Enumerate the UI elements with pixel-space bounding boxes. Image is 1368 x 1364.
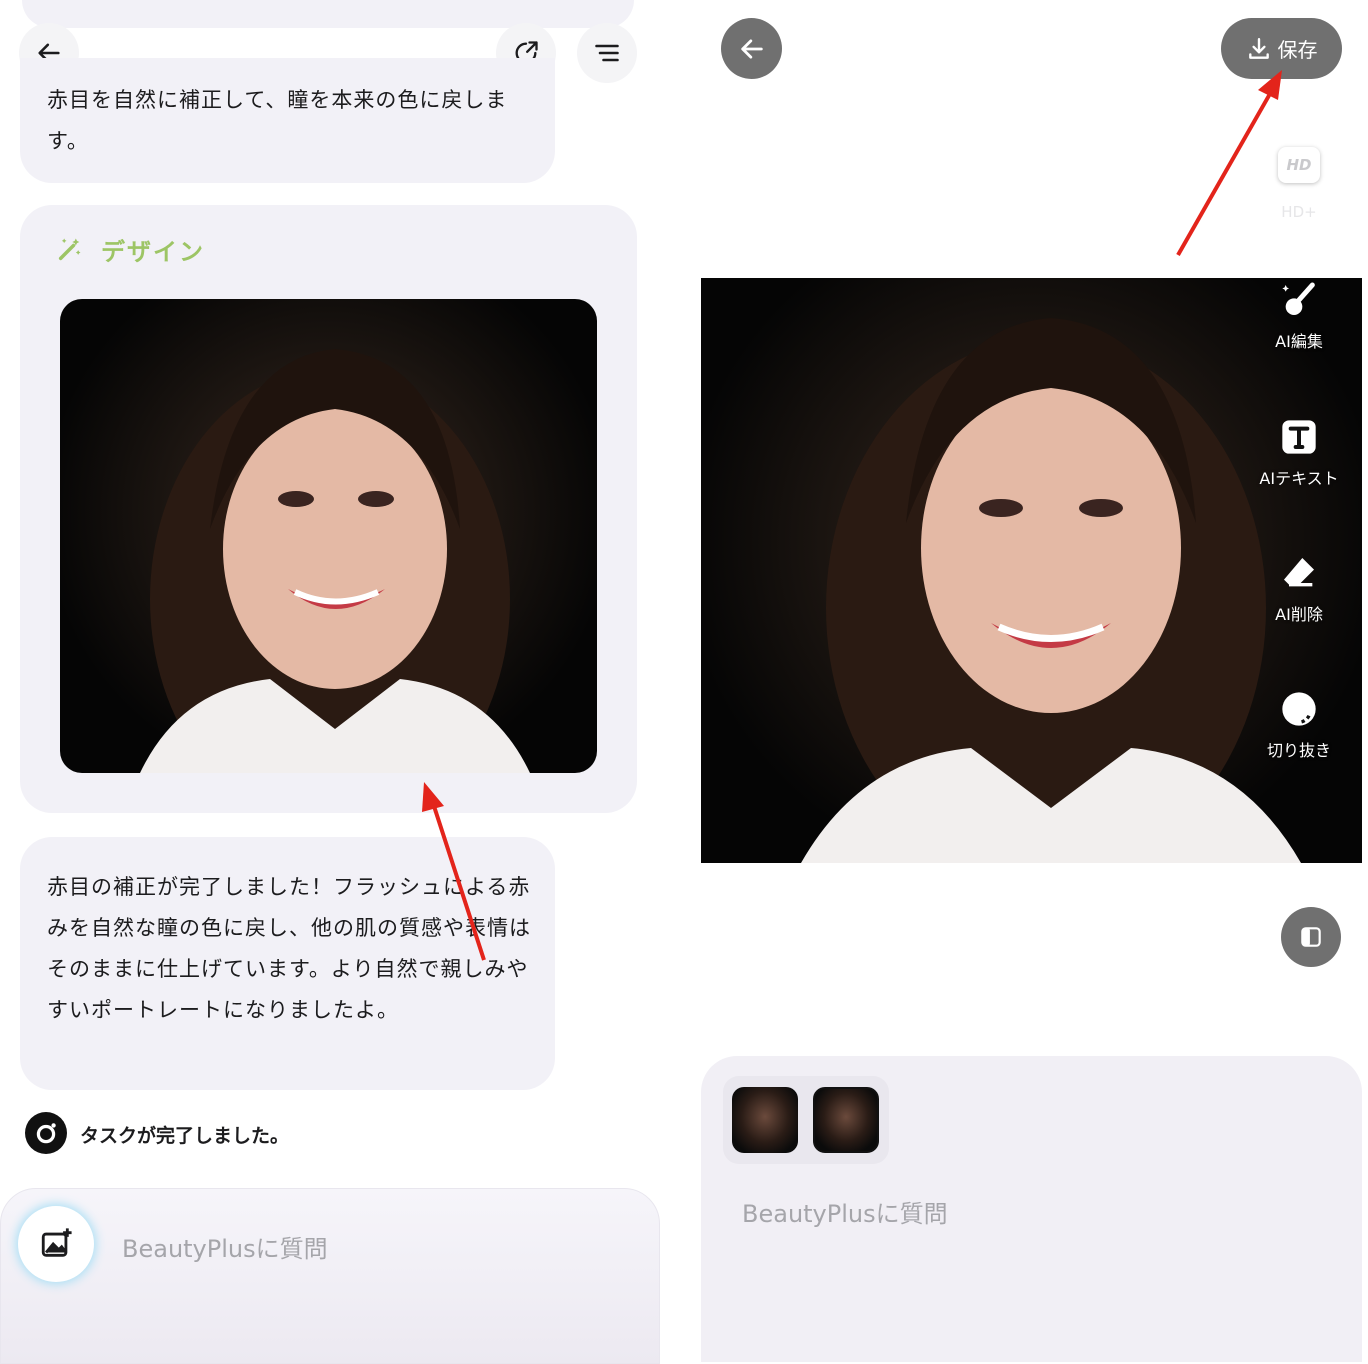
arrow-left-icon [740,38,763,59]
annotation-arrow-left [422,782,486,961]
tool-cutout[interactable]: 切り抜き [1244,689,1354,761]
previous-bubble-edge [22,0,634,28]
thumbnail-edited[interactable] [813,1087,879,1153]
design-card-title: デザイン [101,238,205,266]
task-status-text: タスクが完了しました。 [80,1125,290,1147]
chat-input-box[interactable]: BeautyPlusに質問 [0,1188,660,1364]
download-icon [1248,37,1269,59]
menu-lines-icon [595,44,619,62]
chat-input-placeholder-right: BeautyPlusに質問 [742,1200,948,1228]
design-card: デザイン [20,205,637,813]
left-panel: 赤目を自然に補正して、瞳を本来の色に戻します。 デザイン 赤目の補正が完了しまし… [0,0,660,1364]
right-panel: 保存 HD HD+ AI編集 AIテキスト AI削除 切り抜き BeautyPl… [700,0,1368,1362]
menu-button[interactable] [577,23,637,83]
tool-ai-edit[interactable]: AI編集 [1244,280,1354,352]
design-result-image[interactable] [60,299,597,773]
portrait-illustration [140,349,530,773]
thumbnail-original[interactable] [732,1087,798,1153]
cutout-icon [1282,692,1316,726]
assistant-message: 赤目を自然に補正して、瞳を本来の色に戻します。 [20,58,555,183]
tool-ai-erase[interactable]: AI削除 [1244,553,1354,625]
task-status-icon [25,1112,67,1154]
back-button-right[interactable] [721,18,782,79]
tool-ai-edit-label: AI編集 [1275,332,1323,351]
compare-icon [1301,927,1321,947]
save-label: 保存 [1277,38,1318,62]
text-icon [1282,420,1316,454]
hd-badge-text: HD [1286,156,1312,174]
thumbnail-strip [723,1076,889,1164]
annotation-arrow-right [1176,70,1282,256]
image-add-icon [41,1228,72,1257]
message-text: 赤目を自然に補正して、瞳を本来の色に戻します。 [47,88,508,153]
tool-cutout-label: 切り抜き [1266,741,1331,760]
chat-input-placeholder: BeautyPlusに質問 [122,1235,328,1263]
tool-ai-erase-label: AI削除 [1275,605,1323,624]
magic-brush-icon [1282,282,1315,315]
compare-button[interactable] [1281,907,1341,967]
eraser-icon [1284,558,1314,587]
tool-ai-text-label: AIテキスト [1259,469,1339,488]
tool-ai-text[interactable]: AIテキスト [1244,417,1354,489]
add-image-button[interactable] [18,1206,94,1282]
magic-wand-icon [58,238,81,261]
chat-input-panel[interactable]: BeautyPlusに質問 [701,1056,1362,1362]
